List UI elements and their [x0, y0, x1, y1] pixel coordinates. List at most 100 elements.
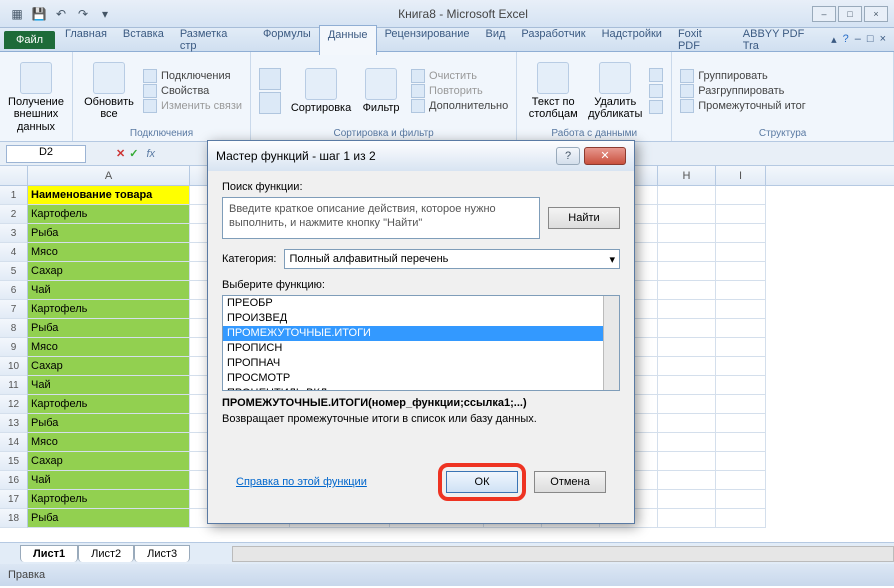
function-item[interactable]: ПРОМЕЖУТОЧНЫЕ.ИТОГИ [223, 326, 619, 341]
tab-данные[interactable]: Данные [319, 25, 377, 55]
cell[interactable]: Чай [28, 376, 190, 395]
cell[interactable] [716, 262, 766, 281]
cell[interactable] [716, 281, 766, 300]
cell[interactable]: Рыба [28, 319, 190, 338]
function-item[interactable]: ПРЕОБР [223, 296, 619, 311]
edit-links-button[interactable]: Изменить связи [143, 99, 242, 113]
row-header[interactable]: 3 [0, 224, 28, 243]
cell[interactable]: Чай [28, 471, 190, 490]
row-header[interactable]: 8 [0, 319, 28, 338]
cell[interactable] [658, 376, 716, 395]
horizontal-scrollbar[interactable] [232, 546, 894, 562]
sheet-tab[interactable]: Лист1 [20, 545, 78, 562]
row-header[interactable]: 4 [0, 243, 28, 262]
row-header[interactable]: 15 [0, 452, 28, 471]
cell[interactable]: Рыба [28, 509, 190, 528]
tab-главная[interactable]: Главная [57, 25, 115, 55]
cell[interactable]: Сахар [28, 452, 190, 471]
cell[interactable] [658, 490, 716, 509]
function-item[interactable]: ПРОПНАЧ [223, 356, 619, 371]
dialog-help-button[interactable]: ? [556, 147, 580, 165]
row-header[interactable]: 11 [0, 376, 28, 395]
clear-filter-button[interactable]: Очистить [411, 69, 508, 83]
remove-duplicates-button[interactable]: Удалить дубликаты [587, 62, 643, 120]
validation-icon[interactable] [649, 68, 663, 82]
reapply-button[interactable]: Повторить [411, 84, 508, 98]
cell[interactable] [716, 205, 766, 224]
maximize-button[interactable]: □ [838, 6, 862, 22]
cell[interactable]: Картофель [28, 395, 190, 414]
row-header[interactable]: 13 [0, 414, 28, 433]
group-button[interactable]: Группировать [680, 69, 806, 83]
accept-formula-icon[interactable]: ✓ [129, 147, 138, 160]
cell[interactable] [716, 376, 766, 395]
tab-рецензирование[interactable]: Рецензирование [377, 25, 478, 55]
cell[interactable] [658, 452, 716, 471]
cell[interactable]: Рыба [28, 224, 190, 243]
advanced-filter-button[interactable]: Дополнительно [411, 99, 508, 113]
ok-button[interactable]: ОК [446, 471, 518, 493]
cell[interactable] [658, 338, 716, 357]
filter-button[interactable]: Фильтр [357, 68, 405, 114]
cancel-button[interactable]: Отмена [534, 471, 606, 493]
connections-button[interactable]: Подключения [143, 69, 242, 83]
tab-формулы[interactable]: Формулы [255, 25, 319, 55]
cell[interactable] [658, 319, 716, 338]
tab-разработчик[interactable]: Разработчик [513, 25, 593, 55]
cell[interactable]: Сахар [28, 262, 190, 281]
text-to-columns-button[interactable]: Текст по столбцам [525, 62, 581, 120]
cell[interactable] [658, 300, 716, 319]
cell[interactable] [716, 243, 766, 262]
tab-abbyy pdf tra[interactable]: ABBYY PDF Tra [735, 25, 831, 55]
cell[interactable] [716, 186, 766, 205]
cell[interactable] [716, 395, 766, 414]
cell[interactable] [658, 395, 716, 414]
file-tab[interactable]: Файл [4, 31, 55, 49]
row-header[interactable]: 14 [0, 433, 28, 452]
cell[interactable]: Картофель [28, 300, 190, 319]
cell[interactable]: Мясо [28, 338, 190, 357]
cell[interactable]: Чай [28, 281, 190, 300]
properties-button[interactable]: Свойства [143, 84, 242, 98]
doc-minimize-icon[interactable]: – [855, 33, 861, 46]
category-select[interactable]: Полный алфавитный перечень ▾ [284, 249, 620, 269]
cell[interactable]: Рыба [28, 414, 190, 433]
cell[interactable] [658, 471, 716, 490]
list-scrollbar[interactable] [603, 296, 619, 390]
cell[interactable] [716, 224, 766, 243]
col-header[interactable]: H [658, 166, 716, 185]
cell[interactable] [658, 509, 716, 528]
function-list[interactable]: ПРЕОБРПРОИЗВЕДПРОМЕЖУТОЧНЫЕ.ИТОГИПРОПИСН… [222, 295, 620, 391]
cell[interactable]: Картофель [28, 490, 190, 509]
fx-icon[interactable]: fx [146, 148, 155, 160]
consolidate-icon[interactable] [649, 84, 663, 98]
refresh-all-button[interactable]: Обновить все [81, 62, 137, 120]
cell[interactable] [658, 433, 716, 452]
dialog-close-button[interactable]: ✕ [584, 147, 626, 165]
sort-button[interactable]: Сортировка [291, 68, 351, 114]
subtotal-button[interactable]: Промежуточный итог [680, 99, 806, 113]
function-item[interactable]: ПРОИЗВЕД [223, 311, 619, 326]
whatif-icon[interactable] [649, 100, 663, 114]
undo-icon[interactable]: ↶ [52, 5, 70, 23]
row-header[interactable]: 2 [0, 205, 28, 224]
cell[interactable] [658, 281, 716, 300]
tab-вставка[interactable]: Вставка [115, 25, 172, 55]
cell[interactable] [658, 357, 716, 376]
row-header[interactable]: 16 [0, 471, 28, 490]
cell[interactable] [716, 452, 766, 471]
tab-надстройки[interactable]: Надстройки [594, 25, 670, 55]
close-button[interactable]: × [864, 6, 888, 22]
row-header[interactable]: 7 [0, 300, 28, 319]
cell[interactable]: Картофель [28, 205, 190, 224]
row-header[interactable]: 10 [0, 357, 28, 376]
function-item[interactable]: ПРОПИСН [223, 341, 619, 356]
row-header[interactable]: 17 [0, 490, 28, 509]
row-header[interactable]: 1 [0, 186, 28, 205]
cell[interactable] [716, 490, 766, 509]
cell[interactable] [716, 300, 766, 319]
ungroup-button[interactable]: Разгруппировать [680, 84, 806, 98]
tab-разметка стр[interactable]: Разметка стр [172, 25, 255, 55]
row-header[interactable]: 12 [0, 395, 28, 414]
minimize-button[interactable]: – [812, 6, 836, 22]
